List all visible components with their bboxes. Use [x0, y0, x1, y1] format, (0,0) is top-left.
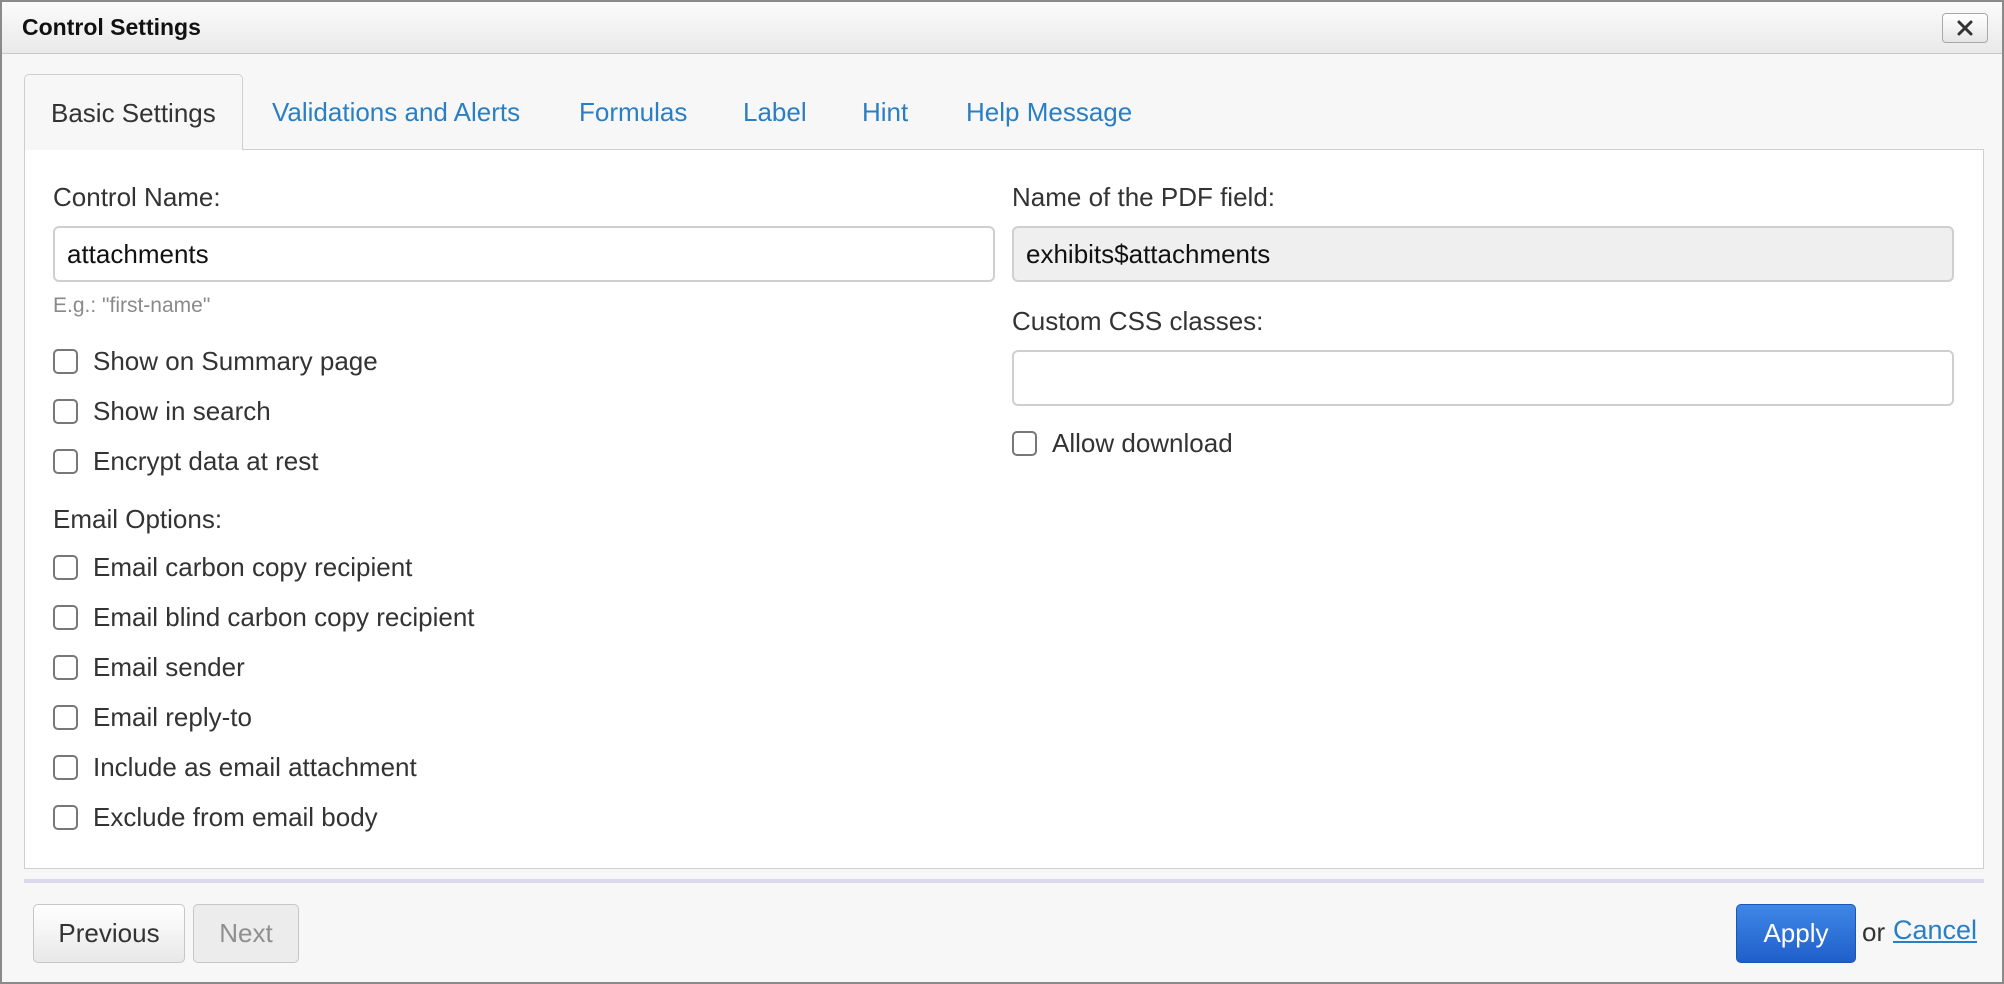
dialog-title: Control Settings	[22, 14, 201, 40]
tab-bar: Basic Settings Validations and Alerts Fo…	[24, 74, 1980, 150]
email-attachment-checkbox[interactable]	[53, 754, 78, 780]
tab-basic-settings[interactable]: Basic Settings	[24, 74, 243, 150]
tab-formulas[interactable]: Formulas	[579, 74, 687, 150]
email-attachment-option[interactable]: Include as email attachment	[53, 750, 417, 784]
encrypt-data-label: Encrypt data at rest	[93, 445, 319, 476]
apply-button[interactable]: Apply	[1736, 904, 1856, 963]
pdf-field-label: Name of the PDF field:	[1012, 182, 1275, 212]
show-on-summary-label: Show on Summary page	[93, 345, 378, 376]
control-name-input[interactable]: attachments	[53, 226, 995, 282]
dialog-titlebar: Control Settings	[2, 2, 2002, 54]
control-name-help: E.g.: "first-name"	[53, 294, 211, 317]
show-in-search-label: Show in search	[93, 395, 271, 426]
exclude-email-body-label: Exclude from email body	[93, 801, 378, 832]
control-settings-dialog: Control Settings Basic Settings Validati…	[0, 0, 2004, 984]
css-classes-label: Custom CSS classes:	[1012, 306, 1264, 336]
show-on-summary-checkbox[interactable]	[53, 348, 78, 374]
email-bcc-checkbox[interactable]	[53, 604, 78, 630]
css-classes-input[interactable]	[1012, 350, 1954, 406]
email-reply-to-label: Email reply-to	[93, 701, 252, 732]
email-attachment-label: Include as email attachment	[93, 751, 417, 782]
basic-settings-panel: Control Name: attachments E.g.: "first-n…	[24, 149, 1984, 869]
show-in-search-checkbox[interactable]	[53, 398, 78, 424]
email-reply-to-option[interactable]: Email reply-to	[53, 700, 252, 734]
email-cc-label: Email carbon copy recipient	[93, 551, 413, 582]
pdf-field-input: exhibits$attachments	[1012, 226, 1954, 282]
exclude-email-body-option[interactable]: Exclude from email body	[53, 800, 378, 834]
tab-hint[interactable]: Hint	[862, 74, 908, 150]
next-button[interactable]: Next	[193, 904, 299, 963]
show-in-search-option[interactable]: Show in search	[53, 394, 271, 428]
close-button[interactable]	[1942, 13, 1988, 43]
email-cc-option[interactable]: Email carbon copy recipient	[53, 550, 412, 584]
tab-validations-and-alerts[interactable]: Validations and Alerts	[272, 74, 520, 150]
email-options-label: Email Options:	[53, 504, 223, 534]
email-bcc-label: Email blind carbon copy recipient	[93, 601, 475, 632]
email-bcc-option[interactable]: Email blind carbon copy recipient	[53, 600, 475, 634]
previous-button[interactable]: Previous	[33, 904, 185, 963]
encrypt-data-option[interactable]: Encrypt data at rest	[53, 444, 318, 478]
exclude-email-body-checkbox[interactable]	[53, 804, 78, 830]
allow-download-option[interactable]: Allow download	[1012, 426, 1233, 460]
encrypt-data-checkbox[interactable]	[53, 448, 78, 474]
cancel-link[interactable]: Cancel	[1893, 915, 1977, 946]
show-on-summary-option[interactable]: Show on Summary page	[53, 344, 378, 378]
tab-help-message[interactable]: Help Message	[966, 74, 1132, 150]
email-cc-checkbox[interactable]	[53, 554, 78, 580]
email-reply-to-checkbox[interactable]	[53, 704, 78, 730]
or-text: or	[1862, 917, 1886, 947]
footer-divider	[24, 879, 1984, 883]
control-name-label: Control Name:	[53, 182, 221, 212]
allow-download-label: Allow download	[1052, 427, 1233, 458]
email-sender-label: Email sender	[93, 651, 245, 682]
close-icon	[1957, 20, 1973, 36]
tab-label[interactable]: Label	[743, 74, 807, 150]
email-sender-checkbox[interactable]	[53, 654, 78, 680]
email-sender-option[interactable]: Email sender	[53, 650, 245, 684]
allow-download-checkbox[interactable]	[1012, 430, 1037, 456]
